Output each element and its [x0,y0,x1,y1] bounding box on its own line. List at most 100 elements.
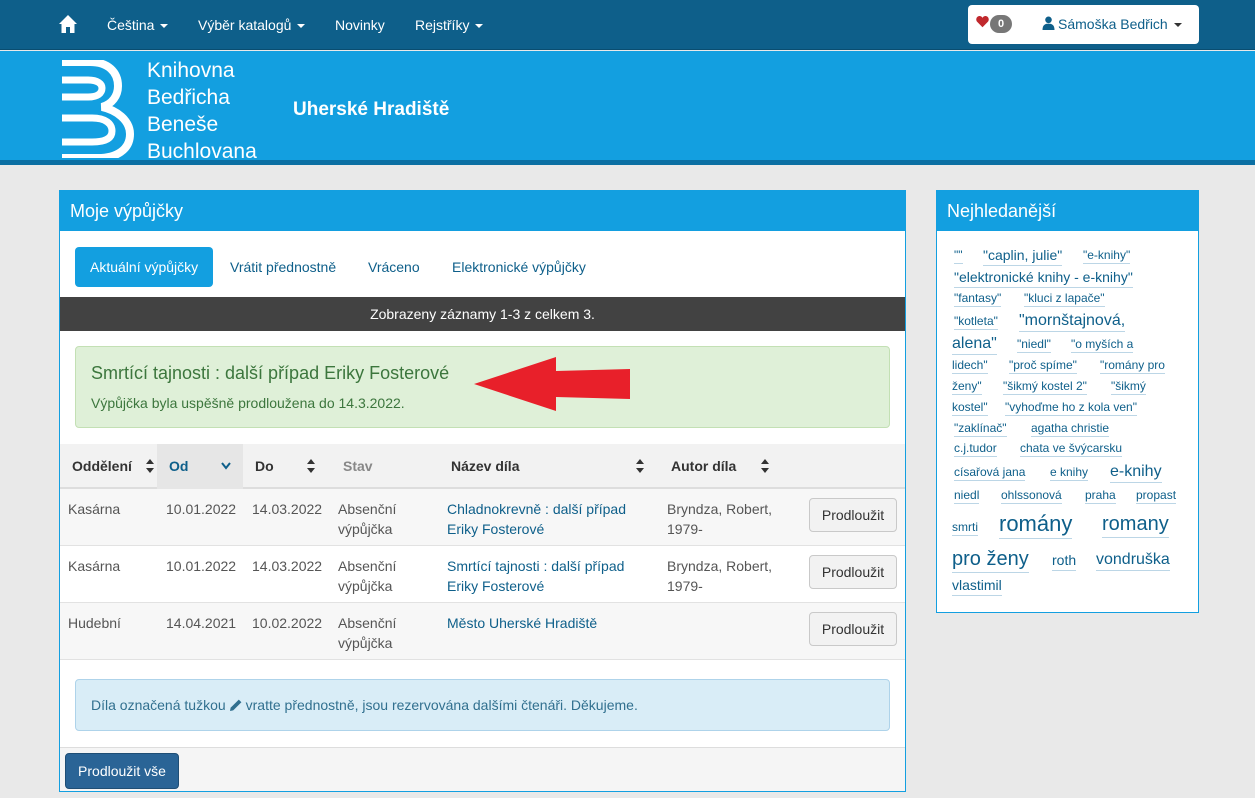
cell-department: Kasárna [68,558,121,574]
sort-icon [761,459,769,473]
tag-link[interactable]: e knihy [1050,465,1089,481]
tag-link[interactable]: "caplin, julie" [983,247,1063,266]
tag-link[interactable]: vondruška [1096,550,1170,571]
tag-link[interactable]: romány [999,510,1073,539]
home-icon[interactable] [58,14,78,34]
cell-from: 14.04.2021 [166,615,237,631]
column-header-status: Stav [343,458,373,474]
cell-title-link[interactable]: Chladnokrevně : další případ Eriky Foste… [447,499,626,539]
city-name: Uherské Hradiště [293,99,450,120]
cell-status-line: výpůjčka [338,635,393,651]
favorites-count-badge[interactable]: 0 [990,15,1012,33]
renew-button[interactable]: Prodloužit [809,498,897,532]
tag-link[interactable]: e-knihy [1110,462,1162,483]
user-icon [1042,16,1055,30]
tab-current-loans[interactable]: Aktuální výpůjčky [75,247,214,287]
user-menu-dropdown[interactable]: Sámoška Bedřich [1042,5,1182,44]
column-header-from[interactable]: Od [157,444,243,489]
tag-link[interactable]: "romány pro [1100,358,1165,374]
nav-news-link[interactable]: Novinky [335,0,385,50]
column-header-department[interactable]: Oddělení [72,444,154,489]
tag-link[interactable]: "proč spíme" [1009,358,1077,374]
cell-title-link[interactable]: Město Uherské Hradiště [447,613,597,633]
tag-link[interactable]: "kotleta" [954,314,998,330]
nav-indexes-dropdown[interactable]: Rejstříky [415,0,484,50]
library-name: Knihovna Bedřicha Beneše Buchlovana [147,57,257,165]
tag-link[interactable]: "šikmý kostel 2" [1003,379,1087,395]
cell-author-line: 1979- [667,578,703,594]
cell-title-line: Eriky Fosterové [447,578,545,594]
tag-link[interactable]: "e-knihy" [1083,248,1131,264]
tab-returned[interactable]: Vráceno [368,247,420,287]
column-header-label: Od [169,458,189,474]
tag-link[interactable]: "o myších a [1071,337,1134,353]
nav-language-dropdown[interactable]: Čeština [107,0,169,50]
cell-status-line: výpůjčka [338,521,393,537]
renew-button[interactable]: Prodloužit [809,555,897,589]
column-header-to[interactable]: Do [255,444,320,489]
cell-title-line: Město Uherské Hradiště [447,615,598,631]
tag-link[interactable]: "šikmý [1111,379,1146,395]
heart-icon[interactable] [976,15,989,28]
library-name-line: Knihovna [147,59,235,82]
tab-return-priority[interactable]: Vrátit přednostně [230,247,336,287]
nav-catalogs-dropdown[interactable]: Výběr katalogů [198,0,306,50]
cell-title-line: Smrtící tajnosti : další případ [447,558,625,574]
tag-link[interactable]: vlastimil [952,577,1002,596]
tag-link[interactable]: "fantasy" [954,291,1002,307]
library-name-line: Buchlovana [147,140,257,163]
column-header-author[interactable]: Autor díla [671,444,776,489]
tag-link[interactable]: "niedl" [1017,337,1051,353]
alert-text: Výpůjčka byla uspěšně prodloužena do 14.… [91,395,405,411]
tag-link[interactable]: "kluci z lapače" [1024,291,1105,307]
table-row: Kasárna 10.01.2022 14.03.2022 Absenční v… [60,546,905,603]
cell-author-line: Bryndza, Robert, [667,558,773,574]
loans-panel: Moje výpůjčky Aktuální výpůjčky Vrátit p… [59,190,906,792]
cell-department: Kasárna [68,501,121,517]
tag-link[interactable]: "elektronické knihy - e-knihy" [954,269,1133,288]
column-header-label: Autor díla [671,458,737,474]
tab-electronic-loans[interactable]: Elektronické výpůjčky [452,247,586,287]
tag-link[interactable]: smrti [952,520,978,536]
tag-link[interactable]: c.j.tudor [954,441,997,457]
tag-link[interactable]: alena" [952,334,997,355]
tag-link[interactable]: kostel" [952,400,988,416]
column-header-label: Do [255,458,274,474]
renew-button[interactable]: Prodloužit [809,612,897,646]
cell-status-line: Absenční [338,501,397,517]
info-text-start: Díla označená tužkou [91,697,226,713]
pencil-icon [229,699,242,711]
tag-link[interactable]: ohlssonová [1001,488,1062,504]
tag-link[interactable]: "" [954,248,963,264]
cell-status: Absenční výpůjčka [338,499,396,539]
caret-down-icon [1173,23,1182,28]
nav-catalogs-label: Výběr katalogů [198,17,292,33]
tag-link[interactable]: romany [1102,512,1169,538]
library-name-line: Bedřicha [147,86,230,109]
cell-title-link[interactable]: Smrtící tajnosti : další případ Eriky Fo… [447,556,624,596]
priority-return-info: Díla označená tužkou vratte přednostně, j… [75,679,890,731]
tag-link[interactable]: niedl [954,488,980,504]
library-logo[interactable] [58,60,134,158]
cell-status: Absenční výpůjčka [338,556,396,596]
tag-link[interactable]: pro ženy [952,547,1029,573]
tag-link[interactable]: roth [1052,552,1077,571]
tag-link[interactable]: "mornštajnová, [1019,311,1126,332]
tag-link[interactable]: "zaklínač" [954,421,1007,437]
cell-to: 10.02.2022 [252,615,323,631]
tag-link[interactable]: ženy" [952,379,982,395]
renew-all-button[interactable]: Prodloužit vše [65,753,179,789]
site-header: Knihovna Bedřicha Beneše Buchlovana Uher… [0,51,1255,165]
sort-icon [636,459,644,473]
tag-link[interactable]: "vyhoďme ho z kola ven" [1005,400,1137,416]
tag-link[interactable]: chata ve švýcarsku [1020,441,1123,457]
column-header-title[interactable]: Název díla [451,444,646,489]
tag-link[interactable]: lidech" [952,358,988,374]
tag-link[interactable]: propast [1136,488,1177,504]
tag-link[interactable]: agatha christie [1031,421,1110,437]
tag-link[interactable]: císařová jana [954,465,1026,481]
cell-author-line: Bryndza, Robert, [667,501,773,517]
alert-title: Smrtící tajnosti : další případ Eriky Fo… [91,363,450,383]
tag-link[interactable]: praha [1085,488,1116,504]
info-text-end: vratte přednostně, jsou rezervována dalš… [245,697,638,713]
